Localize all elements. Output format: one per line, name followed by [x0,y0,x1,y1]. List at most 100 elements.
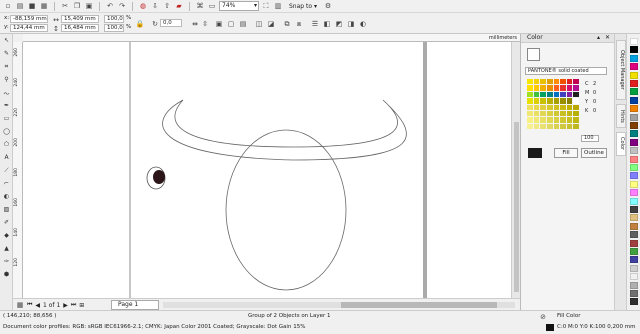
full-screen-icon[interactable]: ⛶ [261,1,271,11]
palette-swatch[interactable] [630,189,638,197]
color-channel-value[interactable]: 2 [593,81,596,87]
options-icon[interactable]: ⚙ [323,1,333,11]
color-swatch[interactable] [533,98,540,104]
color-swatch[interactable] [573,85,579,91]
freehand-tool-icon[interactable]: 〜 [2,89,11,98]
tab-color[interactable]: Color [616,132,626,156]
palette-swatch[interactable] [630,138,638,146]
color-model-dropdown[interactable]: PANTONE® solid coated [525,67,607,75]
palette-swatch[interactable] [630,222,638,230]
connector-tool-icon[interactable]: ⌐ [2,180,11,189]
y-position-field[interactable]: 124,44 mm [10,24,48,32]
palette-swatch[interactable] [630,206,638,213]
color-swatch[interactable] [533,79,540,85]
palette-swatch[interactable] [630,38,638,45]
rulers-icon[interactable]: ▥ [273,1,283,11]
color-swatch[interactable] [553,91,560,98]
palette-swatch[interactable] [630,122,638,129]
color-swatch[interactable] [527,123,533,129]
palette-swatch[interactable] [630,239,638,247]
export-icon[interactable]: ⇧ [162,1,172,11]
palette-swatch[interactable] [630,71,638,79]
palette-swatch[interactable] [630,256,638,264]
cut-icon[interactable]: ✂ [60,1,70,11]
color-swatch[interactable] [553,123,560,129]
palette-swatch[interactable] [630,130,638,138]
color-swatch[interactable] [560,91,566,98]
palette-swatch[interactable] [630,113,638,121]
eyedropper-tool-icon[interactable]: ✐ [2,219,11,228]
ungroup-icon[interactable]: ▢ [226,19,236,29]
color-swatch[interactable] [566,85,573,91]
drawing-canvas[interactable] [23,42,520,298]
import-icon[interactable]: ⇩ [150,1,160,11]
height-field[interactable]: 16,484 mm [61,24,99,32]
mirror-vertical-icon[interactable]: ⇳ [200,19,210,29]
color-swatch[interactable] [546,123,553,129]
color-swatch[interactable] [533,85,540,91]
color-swatch[interactable] [540,117,546,123]
mirror-horizontal-icon[interactable]: ⇹ [190,19,200,29]
color-swatch[interactable] [553,104,560,110]
palette-swatch[interactable] [630,197,638,205]
publish-pdf-icon[interactable]: ▰ [174,1,184,11]
color-swatch[interactable] [540,79,546,85]
color-swatch[interactable] [540,91,546,98]
color-swatch[interactable] [527,98,533,104]
color-swatch[interactable] [566,104,573,110]
color-swatch[interactable] [553,85,560,91]
scale-height-field[interactable]: 100,0 [104,24,124,32]
intersect-icon[interactable]: ◐ [358,19,368,29]
color-channel-value[interactable]: 0 [593,99,596,105]
horizontal-scrollbar[interactable] [163,302,515,308]
artistic-media-icon[interactable]: ✒ [2,102,11,111]
color-swatch[interactable] [573,98,579,104]
fill-button[interactable]: Fill [554,148,578,158]
color-swatch[interactable] [573,104,579,110]
color-swatch[interactable] [527,110,533,117]
text-tool-icon[interactable]: A [2,154,11,163]
add-page-icon[interactable]: ⊞ [79,302,84,309]
color-swatch[interactable] [573,110,579,117]
interactive-fill-icon[interactable]: ◆ [2,232,11,241]
shape-tool-icon[interactable]: ✎ [2,50,11,59]
save-icon[interactable]: ■ [27,1,37,11]
color-swatch[interactable] [560,110,566,117]
color-channel-value[interactable]: 0 [593,108,596,114]
color-swatch[interactable] [573,117,579,123]
palette-swatch[interactable] [630,231,638,239]
color-swatch[interactable] [533,104,540,110]
to-front-icon[interactable]: ⧉ [282,19,292,29]
weld-icon[interactable]: ◩ [334,19,344,29]
zoom-tool-icon[interactable]: ⚲ [2,76,11,85]
tab-hints[interactable]: Hints [616,104,626,128]
color-swatch[interactable] [533,91,540,98]
scale-width-field[interactable]: 100,0 [104,15,124,23]
palette-swatch[interactable] [630,46,638,54]
color-swatch[interactable] [573,91,579,98]
snap-to-dropdown[interactable]: Snap to ▾ [289,3,317,10]
palette-swatch[interactable] [630,63,638,71]
palette-swatch[interactable] [630,147,638,155]
search-content-icon[interactable]: ◍ [138,1,148,11]
rectangle-tool-icon[interactable]: ▭ [2,115,11,124]
color-swatch[interactable] [527,79,533,85]
color-swatch[interactable] [540,110,546,117]
next-page-icon[interactable]: ▶ [63,302,68,309]
palette-swatch[interactable] [630,180,638,188]
polygon-tool-icon[interactable]: ⬠ [2,141,11,150]
color-swatch[interactable] [546,104,553,110]
page-tab[interactable]: Page 1 [111,300,159,310]
color-swatch[interactable] [527,117,533,123]
outline-pen-icon[interactable]: ✑ [2,258,11,267]
color-swatch[interactable] [573,79,579,85]
to-back-icon[interactable]: ⧈ [294,19,304,29]
color-swatch[interactable] [546,110,553,117]
palette-swatch[interactable] [630,88,638,96]
pick-tool-icon[interactable]: ↖ [2,37,11,46]
ungroup-all-icon[interactable]: ▤ [238,19,248,29]
color-swatch[interactable] [560,79,566,85]
color-swatch[interactable] [540,98,546,104]
color-swatch[interactable] [566,91,573,98]
welcome-screen-icon[interactable]: ▭ [207,1,217,11]
